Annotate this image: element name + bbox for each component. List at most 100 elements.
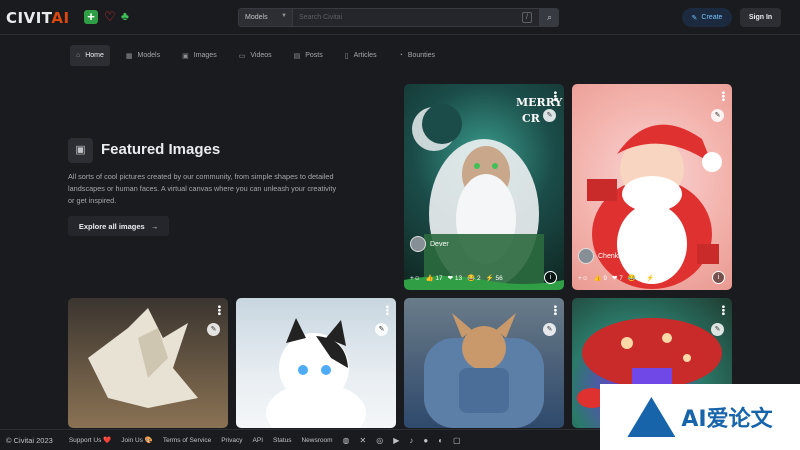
card-menu-icon[interactable]: ••• bbox=[717, 305, 728, 316]
youtube-icon[interactable]: ▶ bbox=[393, 436, 399, 445]
buzz-reaction[interactable]: ⚡ 0 bbox=[646, 274, 660, 282]
image-card-wizard[interactable]: MERRY CR ••• ✎ Dever +☺ 👍 17 ❤ 13 😂 2 ⚡ … bbox=[404, 84, 564, 290]
wizard-image: MERRY CR bbox=[404, 96, 564, 290]
create-label: Create bbox=[701, 14, 723, 21]
top-bar: CIVITAI + ♡ ♣ Models ▼ Search Civitai / … bbox=[0, 0, 800, 35]
card-menu-icon[interactable]: ••• bbox=[213, 305, 224, 316]
nav-articles[interactable]: ▯ Articles bbox=[339, 45, 383, 66]
card-user[interactable]: Chenkin bbox=[578, 248, 624, 264]
watermark-overlay: AI爱论文 bbox=[600, 384, 800, 450]
cat-image bbox=[266, 318, 366, 428]
nav-home[interactable]: ⌂ Home bbox=[70, 45, 110, 66]
image-card-santa[interactable]: ••• ✎ Chenkin +☺ 👍 9 ❤ 7 😂 4 ⚡ 0 i bbox=[572, 84, 732, 290]
chat-icon[interactable]: ▢ bbox=[453, 436, 461, 445]
search-icon: ⌕ bbox=[546, 12, 553, 22]
search-scope-select[interactable]: Models ▼ bbox=[238, 8, 293, 27]
watermark-logo-icon bbox=[627, 397, 676, 437]
sign-in-button[interactable]: Sign In bbox=[740, 8, 781, 27]
footer-link-api[interactable]: API bbox=[253, 437, 263, 444]
nav-models[interactable]: ▦ Models bbox=[120, 45, 166, 66]
remix-icon[interactable]: ✎ bbox=[711, 323, 724, 336]
notification-bell-icon[interactable]: ♣ bbox=[121, 9, 129, 23]
laugh-reaction[interactable]: 😂 4 bbox=[628, 274, 642, 282]
add-reaction-icon[interactable]: +☺ bbox=[410, 275, 420, 282]
logo-accent-text: AI bbox=[51, 9, 70, 27]
nav-label: Bounties bbox=[407, 52, 436, 59]
buzz-reaction[interactable]: ⚡ 56 bbox=[486, 274, 503, 282]
avatar bbox=[410, 236, 426, 252]
card-username: Chenkin bbox=[598, 252, 624, 260]
card-menu-icon[interactable]: ••• bbox=[381, 305, 392, 316]
featured-images-icon: ▣ bbox=[68, 138, 93, 163]
footer-link-join[interactable]: Join Us 🎨 bbox=[121, 436, 153, 444]
create-button[interactable]: ✎ Create bbox=[682, 8, 732, 27]
remix-icon[interactable]: ✎ bbox=[543, 109, 556, 122]
remix-icon[interactable]: ✎ bbox=[207, 323, 220, 336]
footer-link-newsroom[interactable]: Newsroom bbox=[301, 437, 332, 444]
card-menu-icon[interactable]: ••• bbox=[549, 91, 560, 102]
add-reaction-icon[interactable]: +☺ bbox=[578, 275, 588, 282]
search-button[interactable]: ⌕ bbox=[540, 8, 559, 27]
discord-icon[interactable]: ◍ bbox=[343, 436, 350, 445]
search-input[interactable]: Search Civitai / bbox=[293, 8, 540, 27]
logo-main-text: CIVIT bbox=[6, 9, 52, 27]
brush-icon: ✎ bbox=[691, 14, 698, 22]
card-menu-icon[interactable]: ••• bbox=[549, 305, 560, 316]
videos-icon: ▭ bbox=[238, 52, 246, 60]
nav-bounties[interactable]: ◔ Bounties bbox=[393, 45, 441, 66]
card-user[interactable]: Dever bbox=[410, 236, 449, 252]
heart-reaction[interactable]: ❤ 13 bbox=[448, 274, 463, 282]
remix-icon[interactable]: ✎ bbox=[375, 323, 388, 336]
create-plus-button[interactable]: + bbox=[84, 10, 98, 24]
arrow-right-icon: → bbox=[150, 221, 159, 231]
nav-images[interactable]: ▣ Images bbox=[176, 45, 223, 66]
laugh-reaction[interactable]: 😂 2 bbox=[467, 274, 481, 282]
posts-icon: ▤ bbox=[293, 52, 301, 60]
github-icon[interactable]: ◐ bbox=[438, 436, 443, 445]
footer-link-status[interactable]: Status bbox=[273, 437, 291, 444]
search-bar: Models ▼ Search Civitai / ⌕ bbox=[238, 8, 559, 27]
card-username: Dever bbox=[430, 240, 449, 248]
card-menu-icon[interactable]: ••• bbox=[717, 91, 728, 102]
image-card-dog[interactable]: ••• ✎ bbox=[404, 298, 564, 428]
search-placeholder: Search Civitai bbox=[299, 14, 343, 21]
tiktok-icon[interactable]: ♪ bbox=[409, 436, 413, 445]
footer-copyright: © Civitai 2023 bbox=[6, 435, 53, 445]
reddit-icon[interactable]: ● bbox=[423, 436, 428, 445]
models-icon: ▦ bbox=[125, 52, 133, 60]
support-heart-icon[interactable]: ♡ bbox=[104, 9, 116, 25]
footer-link-terms[interactable]: Terms of Service bbox=[163, 437, 211, 444]
main-nav: ⌂ Home ▦ Models ▣ Images ▭ Videos ▤ Post… bbox=[70, 45, 441, 66]
nav-posts[interactable]: ▤ Posts bbox=[288, 45, 329, 66]
articles-icon: ▯ bbox=[344, 52, 349, 60]
nav-videos[interactable]: ▭ Videos bbox=[233, 45, 278, 66]
info-icon[interactable]: i bbox=[712, 271, 725, 284]
svg-text:CR: CR bbox=[522, 112, 541, 125]
search-scope-value: Models bbox=[245, 14, 268, 21]
explore-label: Explore all images bbox=[78, 221, 145, 231]
like-reaction[interactable]: 👍 9 bbox=[593, 274, 607, 282]
remix-icon[interactable]: ✎ bbox=[711, 109, 724, 122]
like-reaction[interactable]: 👍 17 bbox=[425, 274, 442, 282]
footer-link-privacy[interactable]: Privacy bbox=[221, 437, 242, 444]
images-icon: ▣ bbox=[182, 52, 189, 60]
nav-label: Articles bbox=[353, 52, 377, 59]
home-icon: ⌂ bbox=[76, 52, 81, 59]
remix-icon[interactable]: ✎ bbox=[543, 323, 556, 336]
instagram-icon[interactable]: ◎ bbox=[376, 436, 383, 445]
civitai-logo[interactable]: CIVITAI bbox=[6, 9, 70, 27]
info-icon[interactable]: i bbox=[544, 271, 557, 284]
card-reactions: +☺ 👍 17 ❤ 13 😂 2 ⚡ 56 bbox=[410, 274, 503, 283]
chevron-down-icon: ▼ bbox=[281, 13, 287, 19]
dog-image bbox=[424, 313, 544, 428]
explore-all-images-button[interactable]: Explore all images → bbox=[68, 216, 169, 236]
bounties-icon: ◔ bbox=[398, 52, 403, 59]
nav-label: Home bbox=[85, 52, 104, 59]
heart-reaction[interactable]: ❤ 7 bbox=[612, 274, 623, 282]
image-card-cat[interactable]: ••• ✎ bbox=[236, 298, 396, 428]
watermark-text: AI爱论文 bbox=[681, 407, 773, 432]
featured-title: Featured Images bbox=[101, 141, 221, 158]
image-card-dragon[interactable]: ••• ✎ bbox=[68, 298, 228, 428]
footer-link-support[interactable]: Support Us ❤️ bbox=[69, 436, 111, 444]
x-icon[interactable]: ✕ bbox=[360, 436, 367, 445]
